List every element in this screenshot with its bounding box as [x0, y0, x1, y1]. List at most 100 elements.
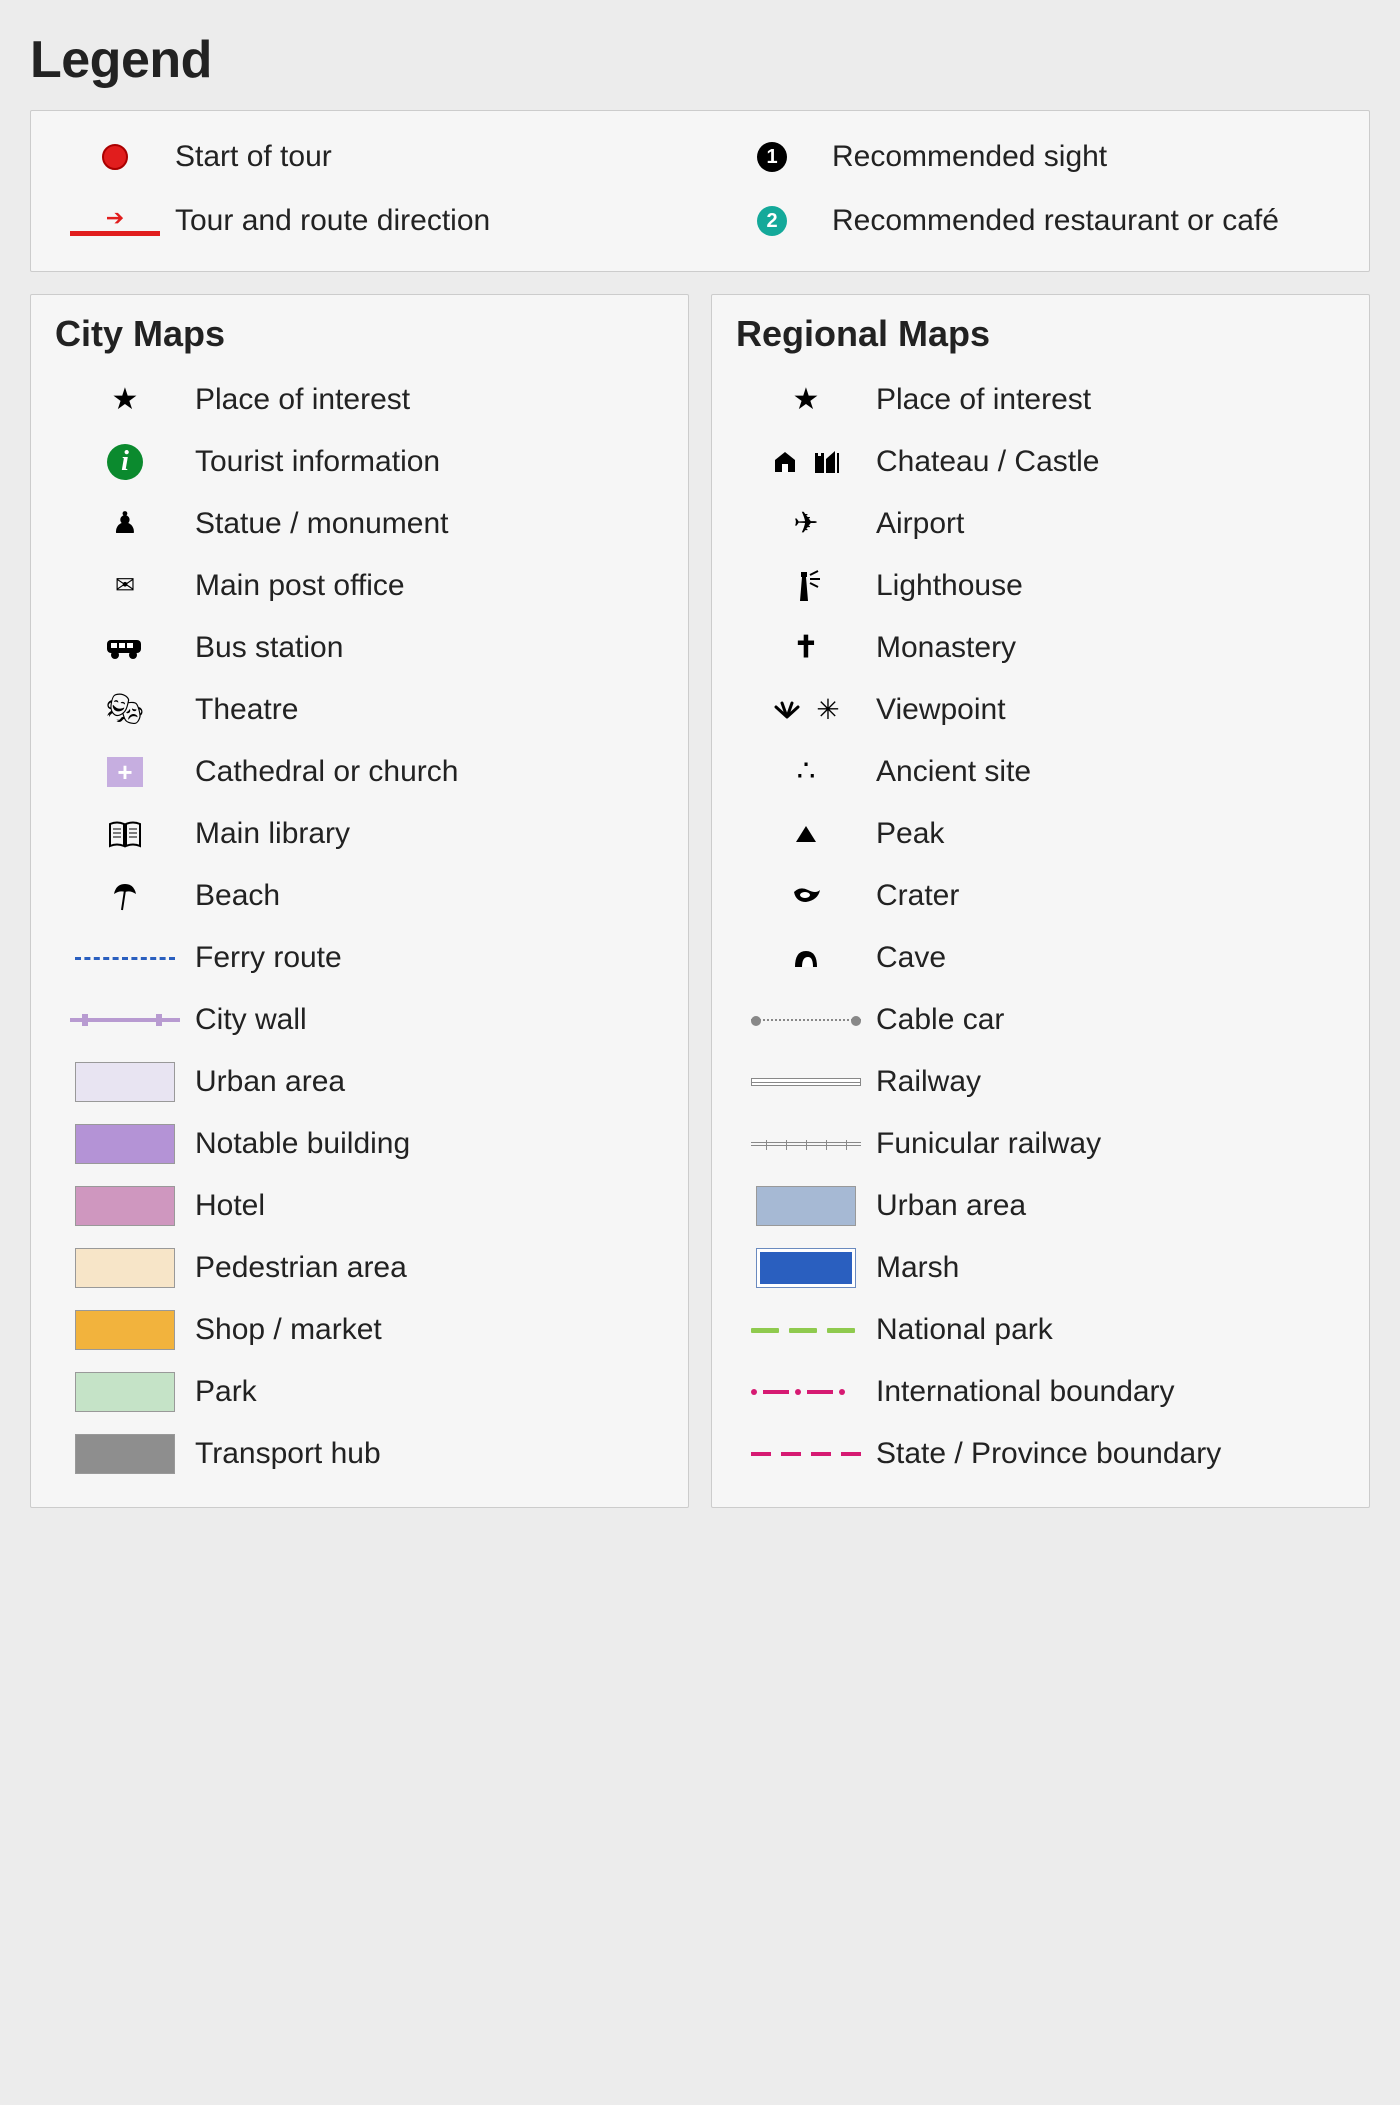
crater-icon: [790, 886, 822, 906]
legend-label: National park: [876, 1312, 1053, 1348]
start-dot-icon: [102, 144, 128, 170]
legend-label: Railway: [876, 1064, 981, 1100]
national-park-icon: [751, 1328, 861, 1333]
legend-label: City wall: [195, 1002, 307, 1038]
shop-swatch: [75, 1310, 175, 1350]
marsh-swatch: - - - - - - - -- - - -: [756, 1248, 856, 1288]
legend-label: Monastery: [876, 630, 1016, 666]
legend-item: ✝︎ Monastery: [736, 617, 1345, 679]
legend-item: ♟ Statue / monument: [55, 493, 664, 555]
park-swatch: [75, 1372, 175, 1412]
legend-label: International boundary: [876, 1374, 1175, 1410]
legend-label: Theatre: [195, 692, 298, 728]
pedestrian-swatch: [75, 1248, 175, 1288]
legend-title: Legend: [30, 30, 1370, 90]
legend-label: Funicular railway: [876, 1126, 1101, 1162]
legend-label: Cable car: [876, 1002, 1004, 1038]
legend-label: Notable building: [195, 1126, 410, 1162]
legend-label: Bus station: [195, 630, 343, 666]
legend-item: Pedestrian area: [55, 1237, 664, 1299]
legend-item: 1 Recommended sight: [712, 129, 1345, 185]
viewpoint-icon: ✳︎: [772, 696, 839, 724]
legend-label: Hotel: [195, 1188, 265, 1224]
legend-label: Ferry route: [195, 940, 342, 976]
legend-label: Viewpoint: [876, 692, 1006, 728]
legend-item: Notable building: [55, 1113, 664, 1175]
legend-item: Bus station: [55, 617, 664, 679]
ancient-site-icon: ∴: [796, 757, 815, 787]
regional-maps-heading: Regional Maps: [736, 313, 1345, 355]
legend-item: - - - - - - - -- - - - Marsh: [736, 1237, 1345, 1299]
legend-label: State / Province boundary: [876, 1436, 1221, 1472]
legend-item: Start of tour: [55, 129, 688, 185]
urban-regional-swatch: [756, 1186, 856, 1226]
legend-label: Transport hub: [195, 1436, 381, 1472]
legend-label: Park: [195, 1374, 257, 1410]
legend-label: Place of interest: [195, 382, 410, 418]
legend-label: Recommended sight: [832, 139, 1107, 175]
state-boundary-icon: [751, 1452, 861, 1456]
monastery-icon: ✝︎: [793, 633, 818, 663]
legend-item: Railway: [736, 1051, 1345, 1113]
legend-item: Crater: [736, 865, 1345, 927]
lighthouse-icon: [788, 569, 824, 603]
legend-item: Cable car: [736, 989, 1345, 1051]
legend-label: Chateau / Castle: [876, 444, 1099, 480]
regional-maps-panel: Regional Maps ★ Place of interest Chatea…: [711, 294, 1370, 1508]
legend-item: i Tourist information: [55, 431, 664, 493]
legend-label: Start of tour: [175, 139, 332, 175]
beach-icon: [112, 880, 138, 912]
legend-label: Main library: [195, 816, 350, 852]
legend-label: Urban area: [876, 1188, 1026, 1224]
international-boundary-icon: [751, 1389, 861, 1395]
city-maps-panel: City Maps ★ Place of interest i Tourist …: [30, 294, 689, 1508]
legend-label: Place of interest: [876, 382, 1091, 418]
railway-icon: [751, 1078, 861, 1086]
info-icon: i: [107, 444, 143, 480]
library-icon: [108, 820, 142, 848]
transport-swatch: [75, 1434, 175, 1474]
restaurant-number-icon: 2: [757, 206, 787, 236]
legend-item: Urban area: [55, 1051, 664, 1113]
ferry-route-icon: [75, 957, 175, 960]
legend-label: Main post office: [195, 568, 405, 604]
legend-label: Statue / monument: [195, 506, 448, 542]
legend-item: ✳︎ Viewpoint: [736, 679, 1345, 741]
legend-item: ✉ Main post office: [55, 555, 664, 617]
legend-item: Lighthouse: [736, 555, 1345, 617]
legend-label: Ancient site: [876, 754, 1031, 790]
legend-label: Urban area: [195, 1064, 345, 1100]
post-office-icon: ✉: [115, 574, 135, 598]
legend-item: Funicular railway: [736, 1113, 1345, 1175]
star-icon: ★: [793, 385, 820, 415]
urban-area-swatch: [75, 1062, 175, 1102]
city-wall-icon: [70, 1018, 180, 1022]
city-maps-heading: City Maps: [55, 313, 664, 355]
legend-label: Crater: [876, 878, 959, 914]
legend-item: Main library: [55, 803, 664, 865]
airport-icon: ✈︎: [793, 509, 818, 539]
legend-item: International boundary: [736, 1361, 1345, 1423]
tour-legend-panel: Start of tour 1 Recommended sight ➔ Tour…: [30, 110, 1370, 272]
church-icon: +: [107, 757, 143, 787]
legend-item: State / Province boundary: [736, 1423, 1345, 1485]
legend-label: Airport: [876, 506, 964, 542]
chateau-castle-icon: [771, 449, 841, 475]
legend-label: Cave: [876, 940, 946, 976]
legend-item: Cave: [736, 927, 1345, 989]
legend-item: City wall: [55, 989, 664, 1051]
legend-item: ★ Place of interest: [55, 369, 664, 431]
legend-label: Lighthouse: [876, 568, 1023, 604]
cave-icon: [791, 945, 821, 971]
legend-item: Park: [55, 1361, 664, 1423]
legend-item: Hotel: [55, 1175, 664, 1237]
hotel-swatch: [75, 1186, 175, 1226]
legend-label: Cathedral or church: [195, 754, 458, 790]
legend-label: Beach: [195, 878, 280, 914]
cable-car-icon: [751, 1019, 861, 1021]
legend-label: Recommended restaurant or café: [832, 203, 1279, 239]
legend-label: Marsh: [876, 1250, 959, 1286]
legend-item: 2 Recommended restaurant or café: [712, 193, 1345, 249]
statue-icon: ♟: [112, 509, 139, 539]
legend-item: Peak: [736, 803, 1345, 865]
